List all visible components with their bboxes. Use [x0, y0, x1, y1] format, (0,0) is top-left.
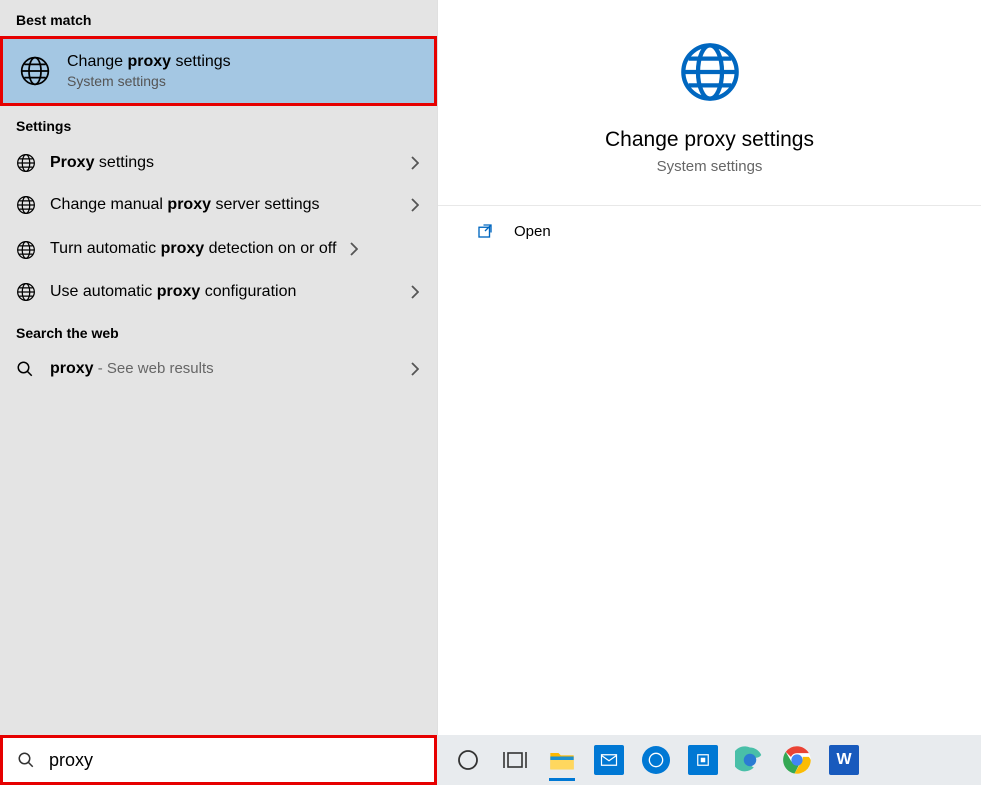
globe-icon [16, 153, 36, 173]
preview-panel: Change proxy settings System settings Op… [437, 0, 981, 735]
globe-icon [16, 195, 36, 215]
preview-hero: Change proxy settings System settings [438, 0, 981, 206]
open-icon [476, 222, 494, 240]
chevron-right-icon [411, 285, 421, 299]
settings-item-manual-proxy[interactable]: Change manual proxy server settings [0, 184, 437, 226]
globe-icon [16, 282, 36, 302]
web-result-item[interactable]: proxy - See web results [0, 349, 437, 389]
chevron-right-icon [411, 156, 421, 170]
best-match-subtitle: System settings [67, 73, 418, 89]
taskbar: W [0, 735, 981, 785]
globe-icon [16, 240, 36, 260]
section-header-best-match: Best match [0, 0, 437, 36]
preview-subtitle: System settings [657, 158, 763, 175]
globe-icon [19, 55, 51, 87]
cortana-button[interactable] [447, 739, 489, 781]
mail-app-button[interactable] [588, 739, 630, 781]
open-action[interactable]: Open [438, 206, 981, 256]
globe-icon [678, 40, 742, 104]
search-input[interactable] [49, 750, 420, 771]
search-icon [16, 360, 34, 378]
section-header-search-web: Search the web [0, 313, 437, 349]
best-match-text: Change proxy settings System settings [67, 53, 418, 89]
preview-title: Change proxy settings [605, 128, 814, 152]
edge-button[interactable] [729, 739, 771, 781]
chevron-right-icon [411, 198, 421, 212]
dell-app-button[interactable] [635, 739, 677, 781]
word-button[interactable]: W [823, 739, 865, 781]
search-icon [17, 751, 35, 769]
best-match-highlight: Change proxy settings System settings [0, 36, 437, 106]
taskbar-icons: W [437, 739, 865, 781]
chevron-right-icon [411, 362, 421, 376]
search-box-highlight [0, 735, 437, 785]
search-results-panel: Best match Change proxy settings System … [0, 0, 437, 735]
task-view-button[interactable] [494, 739, 536, 781]
file-explorer-button[interactable] [541, 739, 583, 781]
taskbar-search-box[interactable] [3, 738, 434, 782]
app-tile-button[interactable] [682, 739, 724, 781]
best-match-result[interactable]: Change proxy settings System settings [3, 39, 434, 103]
open-label: Open [514, 223, 551, 240]
section-header-settings: Settings [0, 106, 437, 142]
chrome-button[interactable] [776, 739, 818, 781]
settings-item-auto-config[interactable]: Use automatic proxy configuration [0, 271, 437, 313]
chevron-right-icon [350, 242, 360, 256]
settings-item-auto-detection[interactable]: Turn automatic proxy detection on or off [0, 226, 437, 271]
settings-item-proxy-settings[interactable]: Proxy settings [0, 142, 437, 184]
